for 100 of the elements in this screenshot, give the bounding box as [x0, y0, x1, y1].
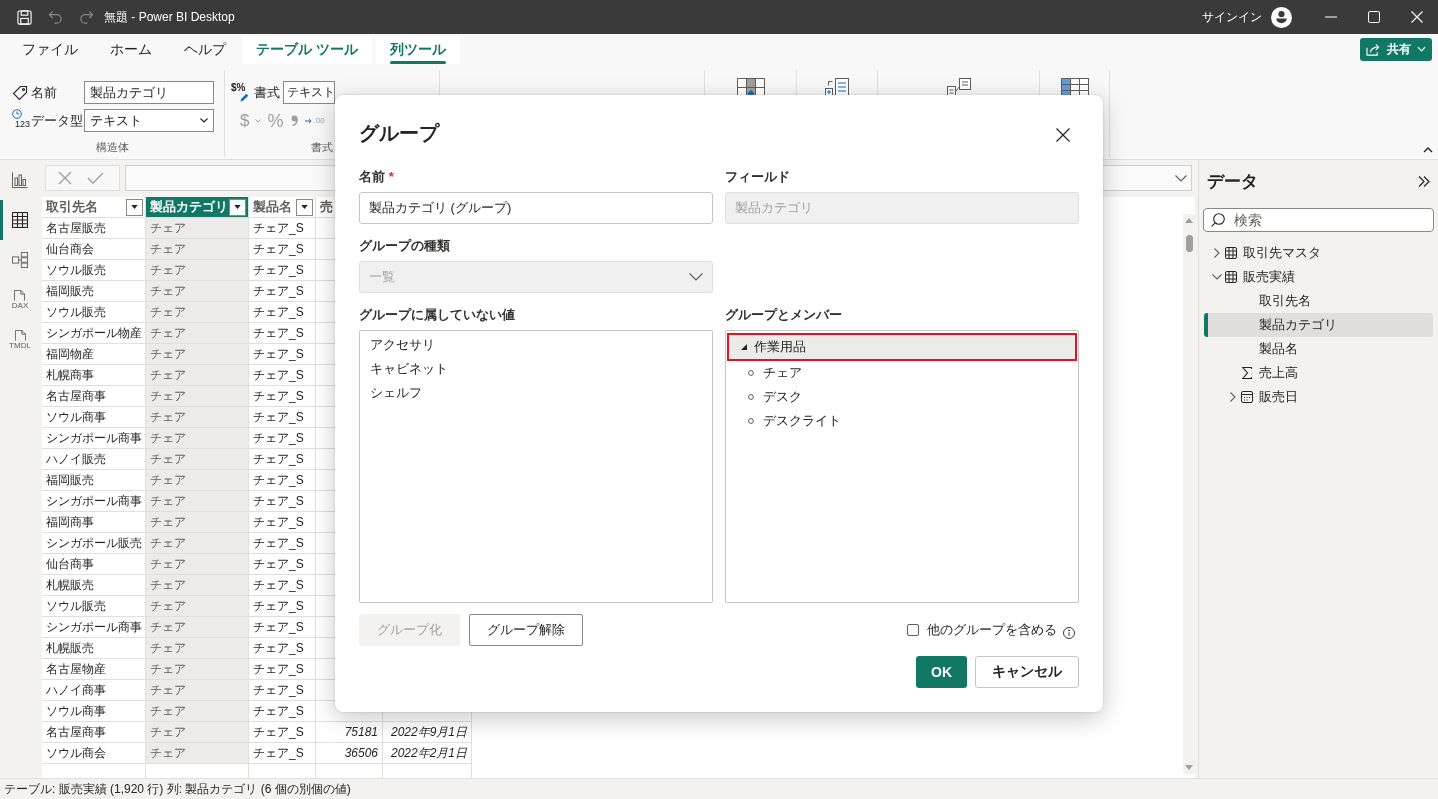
- double-chevron-icon[interactable]: [1418, 175, 1430, 187]
- close-icon[interactable]: [1056, 128, 1070, 142]
- collapse-ribbon-icon[interactable]: [1423, 147, 1433, 153]
- table-icon: [12, 212, 28, 228]
- tree-item[interactable]: 売上高: [1204, 361, 1433, 385]
- table-cell: チェア: [146, 554, 249, 575]
- table-cell: チェア: [146, 491, 249, 512]
- table-cell: チェア: [146, 638, 249, 659]
- table-cell: チェア: [146, 743, 249, 764]
- chevron-down-icon: [200, 118, 208, 123]
- field-label: グループに属していない値: [359, 306, 515, 324]
- dax-view-button[interactable]: DAX: [0, 280, 40, 320]
- scrollbar-thumb[interactable]: [1185, 235, 1193, 252]
- table-cell: チェア: [146, 575, 249, 596]
- table-cell: チェア: [146, 386, 249, 407]
- tree-item[interactable]: 販売日: [1204, 385, 1433, 409]
- field-label: 名前 *: [359, 168, 394, 186]
- chevron-right-icon: [1214, 248, 1220, 258]
- ribbon-tab[interactable]: ファイル: [6, 36, 94, 64]
- maximize-icon[interactable]: [1367, 11, 1380, 23]
- list-item[interactable]: キャビネット: [361, 357, 711, 381]
- grid-column-icon[interactable]: [1060, 78, 1089, 97]
- table-icon: [1225, 271, 1237, 283]
- table-cell: チェア: [146, 701, 249, 722]
- ribbon-tab[interactable]: ヘルプ: [168, 36, 242, 64]
- chevron-right-icon: [1230, 392, 1236, 402]
- dialog-title: グループ: [359, 120, 439, 146]
- model-icon: [12, 252, 28, 268]
- table-icon: [1225, 247, 1237, 259]
- member-item[interactable]: デスク: [727, 385, 1077, 409]
- field-label: グループの種類: [359, 237, 450, 255]
- table-cell: チェア: [146, 428, 249, 449]
- pencil-icon: [240, 93, 249, 102]
- pane-title: データ: [1207, 170, 1258, 193]
- group-item[interactable]: 作業用品: [727, 333, 1077, 361]
- sigma-icon: [1242, 367, 1252, 379]
- tree-item[interactable]: 製品名: [1204, 337, 1433, 361]
- ribbon-tab[interactable]: ホーム: [94, 36, 168, 64]
- list-item[interactable]: アクセサリ: [361, 333, 711, 357]
- table-cell: チェア: [146, 365, 249, 386]
- ribbon-tab[interactable]: テーブル ツール: [242, 36, 372, 64]
- data-type-select[interactable]: テキスト: [84, 109, 214, 132]
- ungroup-button[interactable]: グループ解除: [469, 614, 583, 646]
- list-item[interactable]: シェルフ: [361, 381, 711, 405]
- search-icon: [1211, 213, 1225, 227]
- info-icon[interactable]: [1063, 627, 1075, 639]
- tree-item[interactable]: 製品カテゴリ: [1204, 313, 1433, 337]
- table-cell: チェア: [146, 323, 249, 344]
- table-cell: チェア: [146, 281, 249, 302]
- account-icon[interactable]: [1271, 6, 1292, 28]
- caret-icon: [234, 205, 241, 209]
- table-cell: チェア: [146, 470, 249, 491]
- bar-chart-icon: [12, 172, 28, 188]
- document-icon: [14, 290, 26, 301]
- column-filter-button[interactable]: [229, 198, 246, 216]
- column-filter-button[interactable]: [126, 198, 143, 216]
- vertical-scrollbar[interactable]: [1183, 214, 1195, 774]
- clock-icon: [12, 109, 22, 119]
- bullet-icon: [748, 394, 754, 400]
- save-icon[interactable]: [17, 9, 32, 25]
- chevron-down-icon: [1212, 274, 1222, 280]
- group-label: 構造体: [95, 140, 129, 155]
- ribbon-tab[interactable]: 列ツール: [375, 36, 460, 64]
- search-field[interactable]: 検索: [1203, 208, 1434, 232]
- name-field[interactable]: 製品カテゴリ (グループ): [359, 192, 713, 224]
- bullet-icon: [748, 370, 754, 376]
- member-item[interactable]: チェア: [727, 361, 1077, 385]
- share-button[interactable]: 共有: [1360, 37, 1432, 61]
- column-header[interactable]: 製品カテゴリ: [146, 197, 249, 218]
- window-title: 無題 - Power BI Desktop: [104, 8, 235, 26]
- calendar-icon: [1241, 391, 1253, 403]
- tree-item[interactable]: 販売実績: [1204, 265, 1433, 289]
- icon-caption: 123: [15, 119, 31, 130]
- grid-sort-icon[interactable]: [736, 78, 765, 97]
- minimize-icon[interactable]: [1324, 16, 1337, 18]
- expanded-triangle-icon: [741, 344, 747, 350]
- column-filter-button[interactable]: [296, 198, 313, 216]
- group-label: 書式: [311, 140, 333, 155]
- format-select[interactable]: テキスト: [283, 81, 335, 104]
- ok-button[interactable]: OK: [916, 656, 967, 688]
- field-label: グループとメンバー: [725, 306, 842, 324]
- table-cell: チェア: [146, 302, 249, 323]
- field-label: 書式: [254, 83, 280, 102]
- table-cell: チェア: [146, 680, 249, 701]
- column-header[interactable]: 取引先名: [42, 197, 146, 218]
- sign-in-button[interactable]: サインイン: [1202, 8, 1262, 26]
- member-item[interactable]: デスクライト: [727, 409, 1077, 433]
- cancel-button[interactable]: キャンセル: [975, 656, 1079, 688]
- table-cell: チェア: [146, 218, 249, 239]
- tmdl-view-button[interactable]: TMDL: [0, 320, 40, 360]
- tree-item[interactable]: 取引先マスタ: [1204, 241, 1433, 265]
- table-cell: チェア: [146, 344, 249, 365]
- column-header[interactable]: 売: [320, 199, 333, 216]
- chevron-down-icon[interactable]: [1175, 174, 1187, 182]
- name-field[interactable]: 製品カテゴリ: [84, 81, 214, 104]
- table-cell: チェア: [146, 449, 249, 470]
- chevron-down-icon: [1417, 46, 1426, 52]
- caret-icon: [301, 205, 308, 209]
- checkbox[interactable]: [907, 624, 919, 636]
- tree-item[interactable]: 取引先名: [1204, 289, 1433, 313]
